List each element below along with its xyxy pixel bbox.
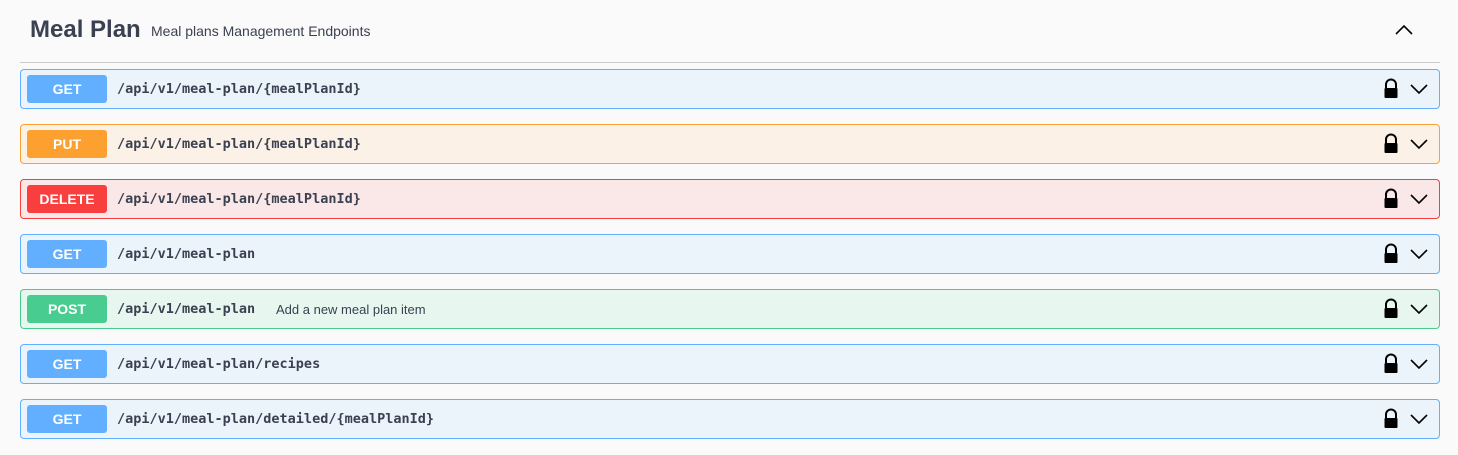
- operation-path: /api/v1/meal-plan/detailed/{mealPlanId}: [117, 411, 434, 427]
- chevron-down-icon[interactable]: [1408, 78, 1430, 100]
- chevron-down-icon[interactable]: [1408, 353, 1430, 375]
- method-badge: GET: [27, 350, 107, 378]
- chevron-up-icon[interactable]: [1392, 18, 1416, 42]
- method-badge: GET: [27, 405, 107, 433]
- chevron-down-icon[interactable]: [1408, 408, 1430, 430]
- operation-path: /api/v1/meal-plan/recipes: [117, 356, 321, 372]
- chevron-down-icon[interactable]: [1408, 298, 1430, 320]
- operation-delete-meal-plan[interactable]: DELETE /api/v1/meal-plan/{mealPlanId}: [20, 179, 1440, 219]
- chevron-down-icon[interactable]: [1408, 243, 1430, 265]
- method-badge: GET: [27, 240, 107, 268]
- lock-icon[interactable]: [1382, 78, 1400, 100]
- tag-title: Meal Plan: [30, 16, 141, 43]
- operation-path: /api/v1/meal-plan: [117, 301, 256, 317]
- lock-icon[interactable]: [1382, 243, 1400, 265]
- operation-get-detailed-meal-plan[interactable]: GET /api/v1/meal-plan/detailed/{mealPlan…: [20, 399, 1440, 439]
- lock-icon[interactable]: [1382, 353, 1400, 375]
- lock-icon[interactable]: [1382, 133, 1400, 155]
- operation-path: /api/v1/meal-plan/{mealPlanId}: [117, 81, 361, 97]
- lock-icon[interactable]: [1382, 298, 1400, 320]
- lock-icon[interactable]: [1382, 188, 1400, 210]
- operation-summary: Add a new meal plan item: [276, 302, 426, 317]
- operation-post-meal-plan[interactable]: POST /api/v1/meal-plan Add a new meal pl…: [20, 289, 1440, 329]
- tag-header[interactable]: Meal Plan Meal plans Management Endpoint…: [20, 0, 1440, 63]
- operation-get-meal-plans[interactable]: GET /api/v1/meal-plan: [20, 234, 1440, 274]
- method-badge: POST: [27, 295, 107, 323]
- operation-put-meal-plan[interactable]: PUT /api/v1/meal-plan/{mealPlanId}: [20, 124, 1440, 164]
- chevron-down-icon[interactable]: [1408, 188, 1430, 210]
- method-badge: PUT: [27, 130, 107, 158]
- chevron-down-icon[interactable]: [1408, 133, 1430, 155]
- lock-icon[interactable]: [1382, 408, 1400, 430]
- method-badge: DELETE: [27, 185, 107, 213]
- operation-get-meal-plan-by-id[interactable]: GET /api/v1/meal-plan/{mealPlanId}: [20, 69, 1440, 109]
- tag-description: Meal plans Management Endpoints: [151, 23, 371, 39]
- meal-plan-section: Meal Plan Meal plans Management Endpoint…: [20, 0, 1440, 455]
- method-badge: GET: [27, 75, 107, 103]
- operation-path: /api/v1/meal-plan/{mealPlanId}: [117, 191, 361, 207]
- operation-path: /api/v1/meal-plan/{mealPlanId}: [117, 136, 361, 152]
- operation-get-recipes[interactable]: GET /api/v1/meal-plan/recipes: [20, 344, 1440, 384]
- operation-path: /api/v1/meal-plan: [117, 246, 256, 262]
